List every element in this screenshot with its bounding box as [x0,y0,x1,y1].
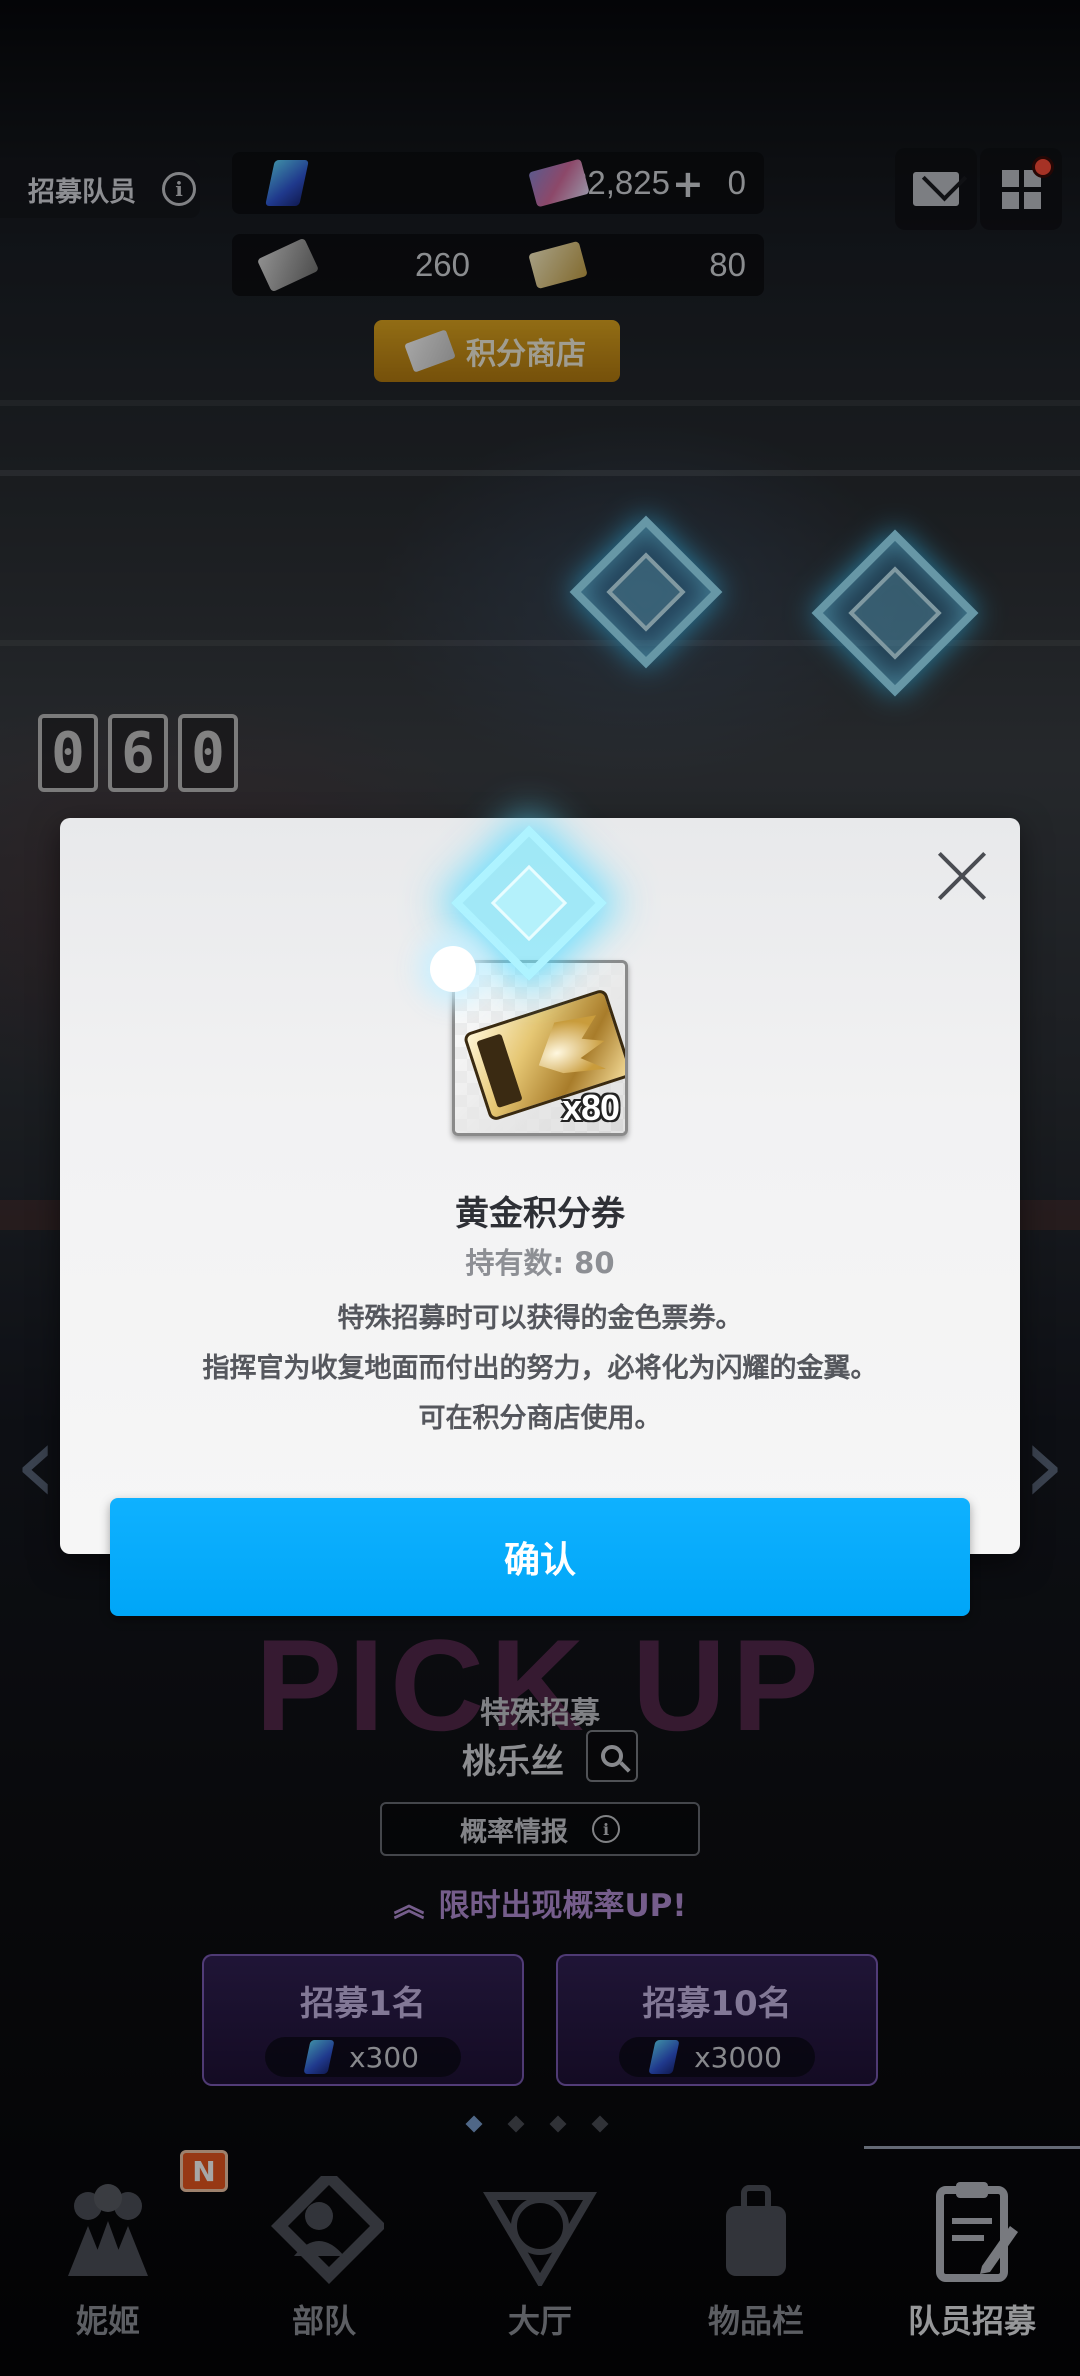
item-quantity: x80 [561,1087,620,1128]
confirm-label: 确认 [503,1540,576,1581]
item-name: 黄金积分券 [455,1194,625,1234]
sparkle-icon [430,946,476,992]
item-held-count: 持有数: 80 [465,1246,615,1280]
item-icon-frame: x80 [452,960,628,1136]
item-description: 特殊招募时可以获得的金色票券。 指挥官为收复地面而付出的努力，必将化为闪耀的金翼… [60,1294,1020,1444]
confirm-button[interactable]: 确认 [110,1498,970,1616]
description-line: 指挥官为收复地面而付出的努力，必将化为闪耀的金翼。 [202,1353,878,1384]
description-line: 可在积分商店使用。 [418,1403,662,1434]
description-line: 特殊招募时可以获得的金色票券。 [337,1303,743,1334]
close-icon[interactable] [934,848,990,904]
glowing-diamond-icon [451,825,607,981]
item-detail-dialog: x80 黄金积分券 持有数: 80 特殊招募时可以获得的金色票券。 指挥官为收复… [60,818,1020,1554]
